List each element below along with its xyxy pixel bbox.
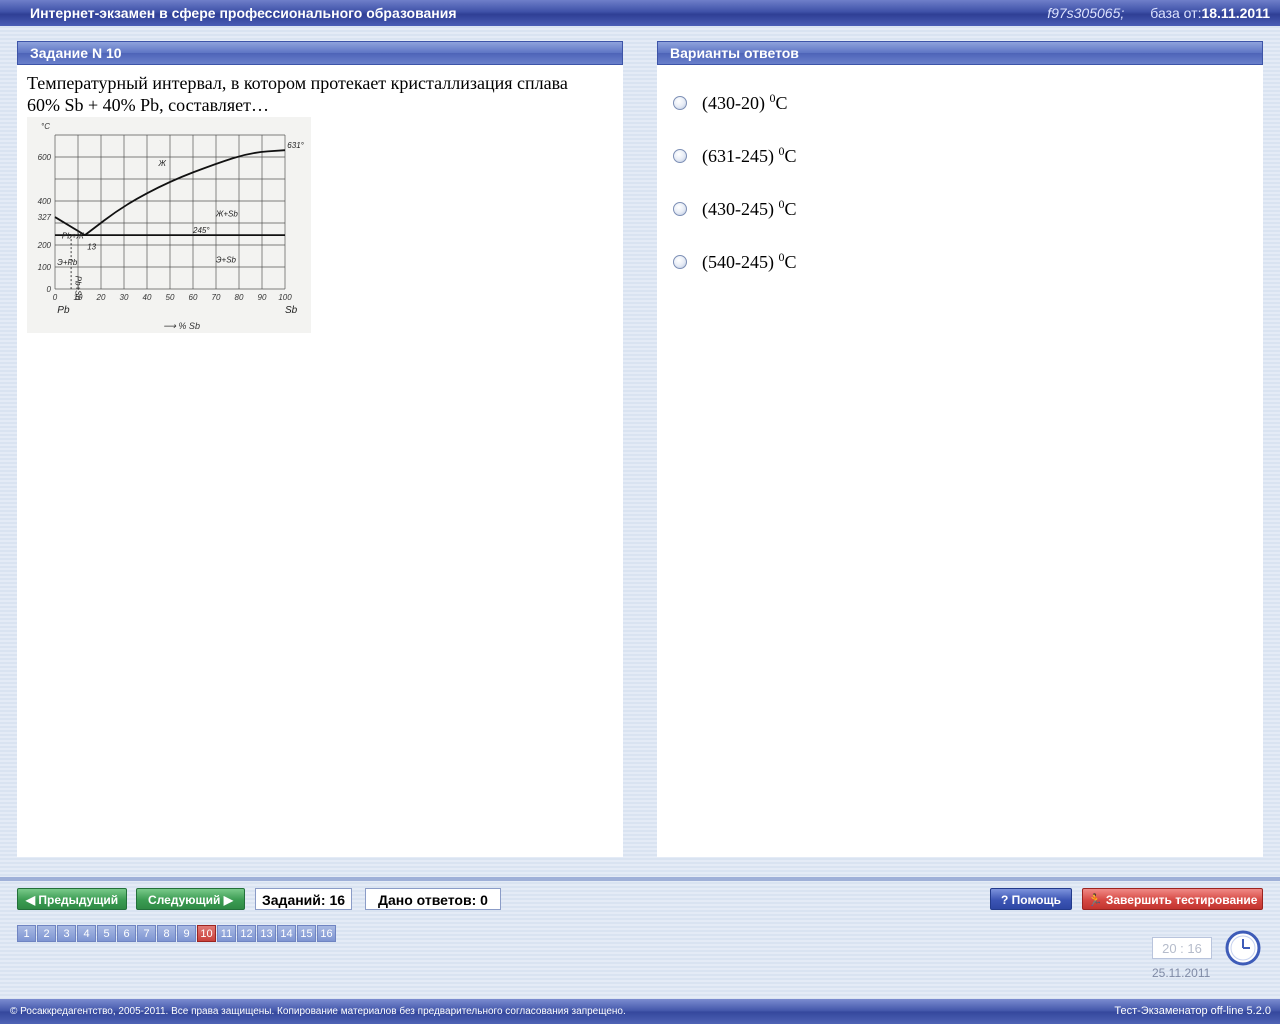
page-button-4[interactable]: 4: [77, 925, 96, 942]
annotation-label: Pb+Sb: [74, 276, 83, 301]
page-button-10[interactable]: 10: [197, 925, 216, 942]
radio-button[interactable]: [673, 96, 687, 110]
annotation-label: 13: [87, 242, 96, 251]
x-axis-label: ⟶ % Sb: [163, 321, 200, 331]
help-label: Помощь: [1011, 893, 1062, 907]
prev-label: Предыдущий: [38, 893, 119, 907]
answer-unit: C: [784, 252, 797, 272]
annotation-label: Pb+Ж: [62, 231, 84, 240]
y-tick-label: 600: [38, 153, 52, 162]
answers-given: Дано ответов: 0: [365, 888, 501, 910]
x-tick-label: 70: [212, 293, 221, 302]
x-tick-label: 60: [189, 293, 198, 302]
answer-unit: C: [784, 146, 797, 166]
page-button-2[interactable]: 2: [37, 925, 56, 942]
answer-text: (631-245): [702, 146, 779, 166]
next-label: Следующий: [148, 893, 221, 907]
page-button-16[interactable]: 16: [317, 925, 336, 942]
page-navigator: 1 2 3 4 5 6 7 8 9 10 11 12 13 14 15 16: [17, 925, 337, 942]
y-axis-label: °C: [41, 122, 50, 131]
tasks-count: Заданий: 16: [255, 888, 353, 910]
annotation-label: 245°: [192, 226, 210, 235]
annotation-label: Ж+Sb: [215, 209, 238, 218]
y-tick-label: 100: [38, 263, 52, 272]
radio-button[interactable]: [673, 202, 687, 216]
finish-button[interactable]: 🏃 Завершить тестирование: [1082, 888, 1263, 910]
annotation-label: Ж: [158, 159, 167, 168]
toolbar-divider: [0, 877, 1280, 881]
title-bar: Интернет-экзамен в сфере профессионально…: [0, 0, 1280, 26]
page-button-9[interactable]: 9: [177, 925, 196, 942]
answers-heading: Варианты ответов: [657, 41, 1263, 65]
page-button-6[interactable]: 6: [117, 925, 136, 942]
question-line-1: Температурный интервал, в котором протек…: [27, 73, 568, 93]
page-button-12[interactable]: 12: [237, 925, 256, 942]
y-tick-label: 327: [38, 213, 52, 222]
answers-panel: Варианты ответов (430-20) 0C (631-245) 0…: [657, 41, 1263, 857]
x-tick-label: 30: [120, 293, 129, 302]
answer-text: (540-245): [702, 252, 779, 272]
radio-button[interactable]: [673, 255, 687, 269]
clock-icon: [1225, 930, 1261, 966]
y-tick-label: 200: [37, 241, 52, 250]
question-icon: ?: [1000, 893, 1012, 907]
runner-icon: 🏃: [1087, 893, 1106, 907]
finish-label: Завершить тестирование: [1105, 893, 1258, 907]
page-button-15[interactable]: 15: [297, 925, 316, 942]
page-button-13[interactable]: 13: [257, 925, 276, 942]
current-date: 25.11.2011: [1152, 966, 1211, 980]
page-button-14[interactable]: 14: [277, 925, 296, 942]
phase-diagram: 0 10 20 30 40 50 60 70 80 90 1000100200327400600°C…: [27, 117, 311, 333]
timer: 20 : 16: [1152, 937, 1212, 959]
y-tick-label: 0: [47, 285, 52, 294]
answer-text: (430-20): [702, 93, 770, 113]
arrow-left-icon: ◀: [25, 893, 39, 907]
answer-text: (430-245): [702, 199, 779, 219]
app-version: Тест-Экзаменатор off-line 5.2.0: [1114, 1005, 1271, 1017]
base-label: база от:: [1150, 5, 1202, 21]
arrow-right-icon: ▶: [220, 893, 233, 907]
next-button[interactable]: Следующий ▶: [136, 888, 245, 910]
question-line-2: 60% Sb + 40% Pb, составляет…: [27, 95, 270, 115]
base-date: 18.11.2011: [1201, 5, 1270, 21]
header-meta: f97s305065; база от:18.11.2011: [1047, 5, 1270, 21]
x-tick-label: 50: [166, 293, 175, 302]
x-tick-label: 0: [53, 293, 58, 302]
x-tick-label: 20: [96, 293, 106, 302]
chart-grid: [54, 134, 286, 290]
x-tick-label: 80: [235, 293, 244, 302]
annotation-label: 631°: [287, 141, 304, 150]
footer: © Росаккредагентство, 2005-2011. Все пра…: [0, 999, 1280, 1024]
session-id: f97s305065;: [1047, 5, 1125, 21]
answer-unit: C: [784, 199, 797, 219]
x-tick-label: 40: [143, 293, 152, 302]
x-tick-label: 90: [258, 293, 267, 302]
x-tick-label: 100: [278, 293, 292, 302]
help-button[interactable]: ? Помощь: [990, 888, 1072, 910]
task-panel: Задание N 10 Температурный интервал, в к…: [17, 41, 623, 857]
page-button-8[interactable]: 8: [157, 925, 176, 942]
copyright: © Росаккредагентство, 2005-2011. Все пра…: [10, 1006, 626, 1017]
annotation-label: Pb: [57, 305, 70, 316]
page-button-7[interactable]: 7: [137, 925, 156, 942]
liquidus-right-line: [84, 149, 286, 236]
answer-unit: C: [775, 93, 788, 113]
annotation-label: Э+Pb: [57, 258, 78, 267]
task-heading: Задание N 10: [17, 41, 623, 65]
page-button-5[interactable]: 5: [97, 925, 116, 942]
annotation-label: Э+Sb: [216, 256, 237, 265]
page-button-11[interactable]: 11: [217, 925, 236, 942]
page-button-1[interactable]: 1: [17, 925, 36, 942]
y-tick-label: 400: [38, 197, 52, 206]
app-title: Интернет-экзамен в сфере профессионально…: [30, 5, 457, 21]
page-button-3[interactable]: 3: [57, 925, 76, 942]
prev-button[interactable]: ◀ Предыдущий: [17, 888, 127, 910]
annotation-label: Sb: [285, 305, 298, 316]
radio-button[interactable]: [673, 149, 687, 163]
question-text: Температурный интервал, в котором протек…: [27, 72, 613, 116]
